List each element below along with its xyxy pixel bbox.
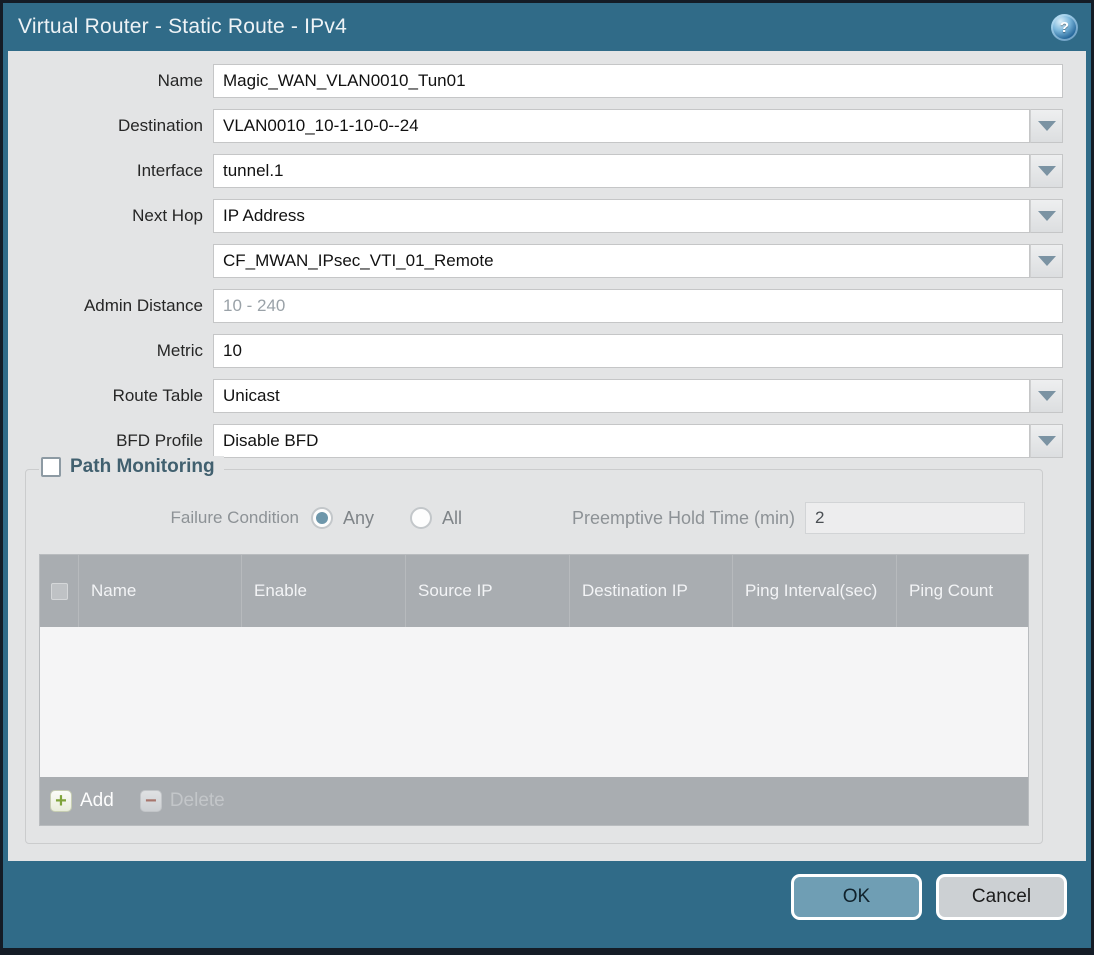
bfd-profile-dropdown-button[interactable]	[1030, 424, 1063, 458]
next-hop-address-dropdown-button[interactable]	[1030, 244, 1063, 278]
interface-row: Interface	[8, 154, 1063, 188]
select-all-checkbox[interactable]	[50, 582, 68, 600]
path-monitoring-section: Path Monitoring Failure Condition Any Al…	[25, 456, 1043, 844]
column-header-source-ip[interactable]: Source IP	[406, 555, 570, 627]
failure-condition-all-label: All	[442, 507, 463, 528]
failure-condition-label: Failure Condition	[170, 508, 299, 527]
dialog-footer: OK Cancel	[3, 861, 1091, 948]
route-table-label: Route Table	[112, 386, 203, 405]
radio-dot	[316, 512, 328, 524]
name-label: Name	[157, 71, 203, 90]
column-header-ping-interval[interactable]: Ping Interval(sec)	[733, 555, 897, 627]
interface-input[interactable]	[213, 154, 1030, 188]
column-header-name[interactable]: Name	[79, 555, 242, 627]
failure-condition-row: Failure Condition Any All Preemptive Hol…	[39, 500, 1029, 554]
next-hop-address-control	[213, 244, 1063, 278]
chevron-down-icon	[1037, 436, 1056, 446]
path-monitoring-title: Path Monitoring	[70, 456, 215, 477]
question-mark-glyph: ?	[1059, 18, 1070, 36]
radio-dot	[415, 512, 427, 524]
path-monitoring-table: Name Enable Source IP Destination IP Pin…	[39, 554, 1029, 826]
plus-icon: +	[50, 790, 72, 812]
path-monitoring-legend: Path Monitoring	[39, 456, 224, 478]
metric-row: Metric	[8, 334, 1063, 368]
interface-dropdown-button[interactable]	[1030, 154, 1063, 188]
name-control	[213, 64, 1063, 98]
destination-input[interactable]	[213, 109, 1030, 143]
bfd-profile-row: BFD Profile	[8, 424, 1063, 458]
name-row: Name	[8, 64, 1063, 98]
destination-row: Destination	[8, 109, 1063, 143]
column-header-ping-count[interactable]: Ping Count	[897, 555, 1028, 627]
delete-button-label: Delete	[169, 790, 225, 811]
metric-input[interactable]	[213, 334, 1063, 368]
admin-distance-row: Admin Distance	[8, 289, 1063, 323]
failure-condition-radio-all[interactable]	[410, 507, 433, 529]
route-table-input[interactable]	[213, 379, 1030, 413]
ok-button[interactable]: OK	[791, 874, 922, 920]
dialog-content: Name Destination Interface	[8, 51, 1086, 861]
preemptive-hold-time-input[interactable]	[805, 502, 1025, 534]
add-button-label: Add	[80, 790, 114, 811]
select-all-cell	[40, 555, 79, 627]
chevron-down-icon	[1037, 391, 1056, 401]
dialog-title: Virtual Router - Static Route - IPv4	[18, 15, 347, 38]
failure-condition-any-label: Any	[343, 507, 375, 528]
window-frame: Virtual Router - Static Route - IPv4 ? N…	[0, 0, 1094, 955]
route-table-row: Route Table	[8, 379, 1063, 413]
minus-icon: −	[139, 790, 162, 812]
metric-control	[213, 334, 1063, 368]
chevron-down-icon	[1037, 211, 1056, 221]
destination-label: Destination	[117, 116, 203, 135]
bfd-profile-input[interactable]	[213, 424, 1030, 458]
dialog-titlebar: Virtual Router - Static Route - IPv4 ?	[3, 3, 1091, 51]
next-hop-address-row	[8, 244, 1063, 278]
route-table-dropdown-button[interactable]	[1030, 379, 1063, 413]
table-action-bar: + Add − Delete	[40, 777, 1028, 825]
destination-control	[213, 109, 1063, 143]
next-hop-label: Next Hop	[132, 206, 203, 225]
interface-label: Interface	[136, 161, 203, 180]
bfd-profile-label: BFD Profile	[116, 431, 203, 450]
add-button[interactable]: + Add	[50, 790, 114, 812]
chevron-down-icon	[1037, 121, 1056, 131]
next-hop-type-input[interactable]	[213, 199, 1030, 233]
chevron-down-icon	[1037, 166, 1056, 176]
next-hop-control	[213, 199, 1063, 233]
admin-distance-control	[213, 289, 1063, 323]
static-route-dialog: Virtual Router - Static Route - IPv4 ? N…	[3, 3, 1091, 948]
column-header-destination-ip[interactable]: Destination IP	[570, 555, 733, 627]
table-body-empty	[40, 627, 1028, 777]
admin-distance-label: Admin Distance	[83, 296, 203, 315]
preemptive-hold-time-label: Preemptive Hold Time (min)	[571, 507, 795, 528]
delete-button[interactable]: − Delete	[139, 790, 225, 812]
route-table-control	[213, 379, 1063, 413]
help-icon[interactable]: ?	[1051, 13, 1078, 41]
failure-condition-radio-any[interactable]	[311, 507, 333, 529]
next-hop-dropdown-button[interactable]	[1030, 199, 1063, 233]
admin-distance-input[interactable]	[213, 289, 1063, 323]
interface-control	[213, 154, 1063, 188]
chevron-down-icon	[1037, 256, 1056, 266]
column-header-enable[interactable]: Enable	[242, 555, 406, 627]
next-hop-address-input[interactable]	[213, 244, 1030, 278]
next-hop-row: Next Hop	[8, 199, 1063, 233]
table-header-row: Name Enable Source IP Destination IP Pin…	[40, 555, 1028, 627]
metric-label: Metric	[156, 341, 203, 360]
path-monitoring-checkbox[interactable]	[41, 457, 61, 477]
cancel-button[interactable]: Cancel	[936, 874, 1067, 920]
bfd-profile-control	[213, 424, 1063, 458]
destination-dropdown-button[interactable]	[1030, 109, 1063, 143]
name-input[interactable]	[213, 64, 1063, 98]
